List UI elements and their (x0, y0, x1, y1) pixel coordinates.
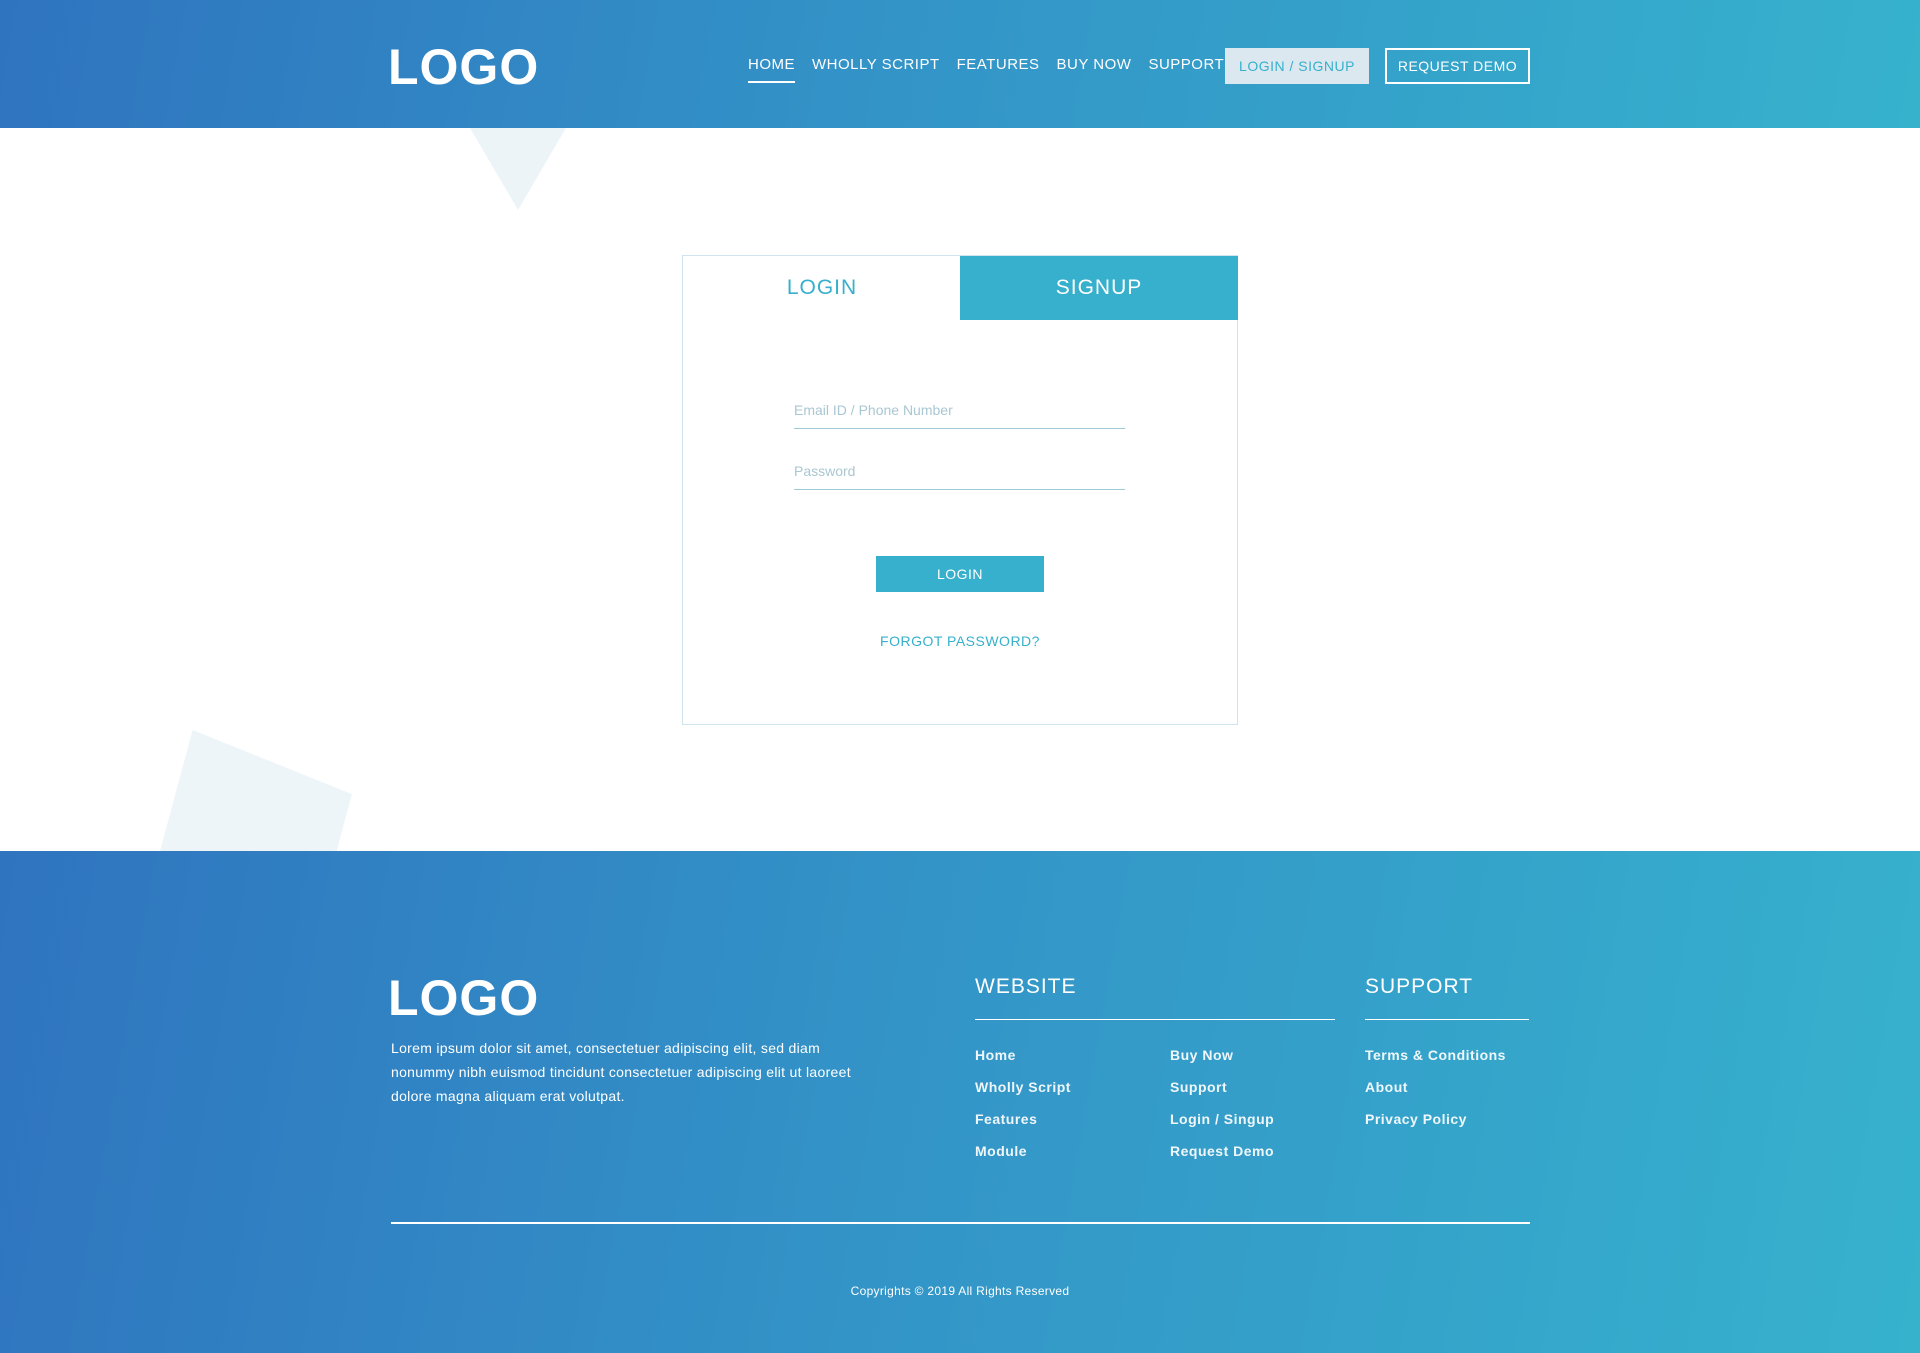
support-column-divider (1365, 1019, 1529, 1020)
nav-item-wholly-script[interactable]: WHOLLY SCRIPT (812, 56, 940, 83)
footer-link-login-signup[interactable]: Login / Singup (1170, 1111, 1274, 1127)
footer-link-request-demo[interactable]: Request Demo (1170, 1143, 1274, 1159)
footer-description: Lorem ipsum dolor sit amet, consectetuer… (391, 1040, 851, 1104)
footer-link-support[interactable]: Support (1170, 1079, 1227, 1095)
site-footer: LOGO Lorem ipsum dolor sit amet, consect… (0, 851, 1920, 1353)
header-logo[interactable]: LOGO (388, 38, 539, 96)
login-signup-button[interactable]: LOGIN / SIGNUP (1225, 48, 1369, 84)
auth-card: LOGIN SIGNUP (682, 255, 1238, 725)
request-demo-button[interactable]: REQUEST DEMO (1385, 48, 1530, 84)
footer-link-home[interactable]: Home (975, 1047, 1016, 1063)
footer-logo[interactable]: LOGO (388, 969, 539, 1027)
password-input[interactable] (794, 444, 1125, 490)
support-column-title: SUPPORT (1365, 975, 1474, 998)
footer-link-terms[interactable]: Terms & Conditions (1365, 1047, 1506, 1063)
nav-item-buy-now[interactable]: BUY NOW (1057, 56, 1132, 83)
footer-link-module[interactable]: Module (975, 1143, 1027, 1159)
site-header: LOGO HOME WHOLLY SCRIPT FEATURES BUY NOW… (0, 0, 1920, 128)
nav-item-support[interactable]: SUPPORT (1148, 56, 1224, 83)
copyright-text: Copyrights © 2019 All Rights Reserved (850, 1284, 1070, 1298)
login-submit-button[interactable]: LOGIN (876, 556, 1044, 592)
footer-divider (391, 1222, 1530, 1224)
forgot-password-link[interactable]: FORGOT PASSWORD? (860, 633, 1060, 649)
website-column-divider (975, 1019, 1335, 1020)
nav-item-features[interactable]: FEATURES (957, 56, 1040, 83)
footer-link-wholly-script[interactable]: Wholly Script (975, 1079, 1071, 1095)
decorative-shape (160, 730, 352, 851)
footer-link-buy-now[interactable]: Buy Now (1170, 1047, 1233, 1063)
email-phone-input[interactable] (794, 383, 1125, 429)
footer-link-about[interactable]: About (1365, 1079, 1408, 1095)
nav-item-home[interactable]: HOME (748, 56, 795, 83)
website-column-title: WEBSITE (975, 975, 1077, 998)
tab-signup[interactable]: SIGNUP (960, 256, 1238, 320)
footer-link-features[interactable]: Features (975, 1111, 1037, 1127)
tab-login[interactable]: LOGIN (683, 256, 961, 320)
footer-link-privacy[interactable]: Privacy Policy (1365, 1111, 1467, 1127)
main-nav: HOME WHOLLY SCRIPT FEATURES BUY NOW SUPP… (748, 56, 1241, 83)
decorative-triangle (470, 128, 566, 210)
